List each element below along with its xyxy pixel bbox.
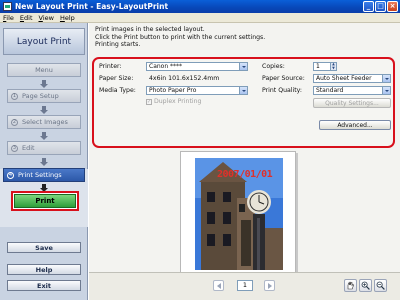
paper-source-label: Paper Source: [262, 75, 305, 82]
print-quality-label: Print Quality: [262, 87, 302, 94]
duplex-label: Duplex Printing [154, 98, 202, 105]
duplex-checkbox[interactable]: ✓ Duplex Printing [146, 98, 201, 105]
window-title: New Layout Print - Easy-LayoutPrint [15, 2, 169, 11]
hand-icon-glyph [347, 281, 354, 290]
zoom-out-glyph [376, 281, 385, 290]
print-quality-value: Standard [316, 87, 344, 94]
sidebar: Layout Print Menu 1 Page Setup 2 Select … [0, 23, 88, 300]
step-edit[interactable]: 3 Edit [7, 141, 81, 155]
paper-source-value: Auto Sheet Feeder [316, 75, 372, 82]
maximize-button[interactable]: □ [375, 1, 386, 12]
sidebar-title: Layout Print [3, 28, 85, 55]
down-arrow-icon [40, 132, 48, 140]
print-preview: 2007/01/01 [89, 151, 400, 281]
zoom-in-icon[interactable] [359, 279, 372, 292]
instruction-line: Printing starts. [95, 41, 141, 49]
step-label: Edit [22, 144, 35, 152]
menu-edit[interactable]: Edit [20, 14, 33, 22]
down-arrow-icon [40, 106, 48, 114]
page-number-field[interactable]: 1 [237, 280, 253, 291]
step-select-images[interactable]: 2 Select Images [7, 115, 81, 129]
exit-button[interactable]: Exit [7, 280, 81, 291]
menu-bar: File Edit View Help [0, 13, 400, 23]
media-type-select[interactable]: Photo Paper Pro [146, 86, 248, 95]
hand-icon[interactable] [344, 279, 357, 292]
paper-source-select[interactable]: Auto Sheet Feeder [313, 74, 391, 83]
step-menu-label: Menu [35, 66, 53, 74]
quality-settings-button[interactable]: Quality Settings... [313, 98, 391, 108]
next-page-button[interactable] [264, 280, 275, 291]
print-button-label: Print [14, 194, 76, 208]
step-number: 2 [11, 118, 18, 126]
close-button[interactable]: × [387, 1, 398, 12]
help-button[interactable]: Help [7, 264, 81, 275]
down-arrow-icon [40, 80, 48, 88]
chevron-down-icon [382, 87, 390, 94]
spin-arrows-icon[interactable]: ▲ ▼ [330, 62, 336, 70]
zoom-in-glyph [361, 281, 370, 290]
step-label: Select Images [22, 118, 68, 126]
checkbox-box: ✓ [146, 98, 152, 105]
printer-label: Printer: [99, 63, 122, 70]
menu-help[interactable]: Help [60, 14, 75, 22]
date-stamp: 2007/01/01 [217, 169, 273, 180]
step-label: Print Settings [18, 171, 62, 179]
media-type-label: Media Type: [99, 87, 136, 94]
instruction-line: Print images in the selected layout. [95, 26, 205, 33]
print-quality-select[interactable]: Standard [313, 86, 391, 95]
app-icon [3, 2, 12, 11]
chevron-down-icon [382, 75, 390, 82]
chevron-down-icon [239, 87, 247, 94]
copies-label: Copies: [262, 63, 285, 70]
instructions: Print images in the selected layout. Cli… [95, 26, 265, 49]
copies-stepper[interactable]: 1 ▲ ▼ [313, 62, 337, 71]
step-number: 4 [7, 171, 14, 179]
zoom-out-icon[interactable] [374, 279, 387, 292]
step-page-setup[interactable]: 1 Page Setup [7, 89, 81, 103]
menu-view[interactable]: View [39, 14, 54, 22]
title-bar: New Layout Print - Easy-LayoutPrint _ □ … [0, 0, 400, 13]
previous-page-button[interactable] [213, 280, 224, 291]
step-number: 1 [11, 92, 18, 100]
printer-value: Canon **** [149, 63, 183, 70]
window-controls: _ □ × [363, 1, 398, 12]
instruction-line: Click the Print button to print with the… [95, 33, 266, 41]
preview-toolbar: 1 [89, 272, 400, 300]
printer-select[interactable]: Canon **** [146, 62, 248, 71]
step-print-settings[interactable]: 4 Print Settings [3, 168, 85, 182]
minimize-button[interactable]: _ [363, 1, 374, 12]
paper-size-value: 4x6in 101.6x152.4mm [149, 75, 220, 82]
print-button[interactable]: Print [11, 191, 79, 211]
preview-page: 2007/01/01 [180, 151, 296, 275]
step-label: Page Setup [22, 92, 59, 100]
step-number: 3 [11, 144, 18, 152]
step-menu[interactable]: Menu [7, 63, 81, 77]
down-arrow-icon [40, 158, 48, 166]
preview-photo: 2007/01/01 [195, 158, 283, 270]
copies-value: 1 [316, 63, 320, 70]
menu-file[interactable]: File [3, 14, 14, 22]
advanced-button[interactable]: Advanced... [319, 120, 391, 130]
chevron-down-icon [239, 63, 247, 70]
paper-size-label: Paper Size: [99, 75, 134, 82]
save-button[interactable]: Save [7, 242, 81, 253]
media-type-value: Photo Paper Pro [149, 87, 197, 94]
print-settings-panel: Printer: Canon **** Paper Size: 4x6in 10… [92, 57, 395, 148]
main-content: Print images in the selected layout. Cli… [89, 23, 400, 300]
